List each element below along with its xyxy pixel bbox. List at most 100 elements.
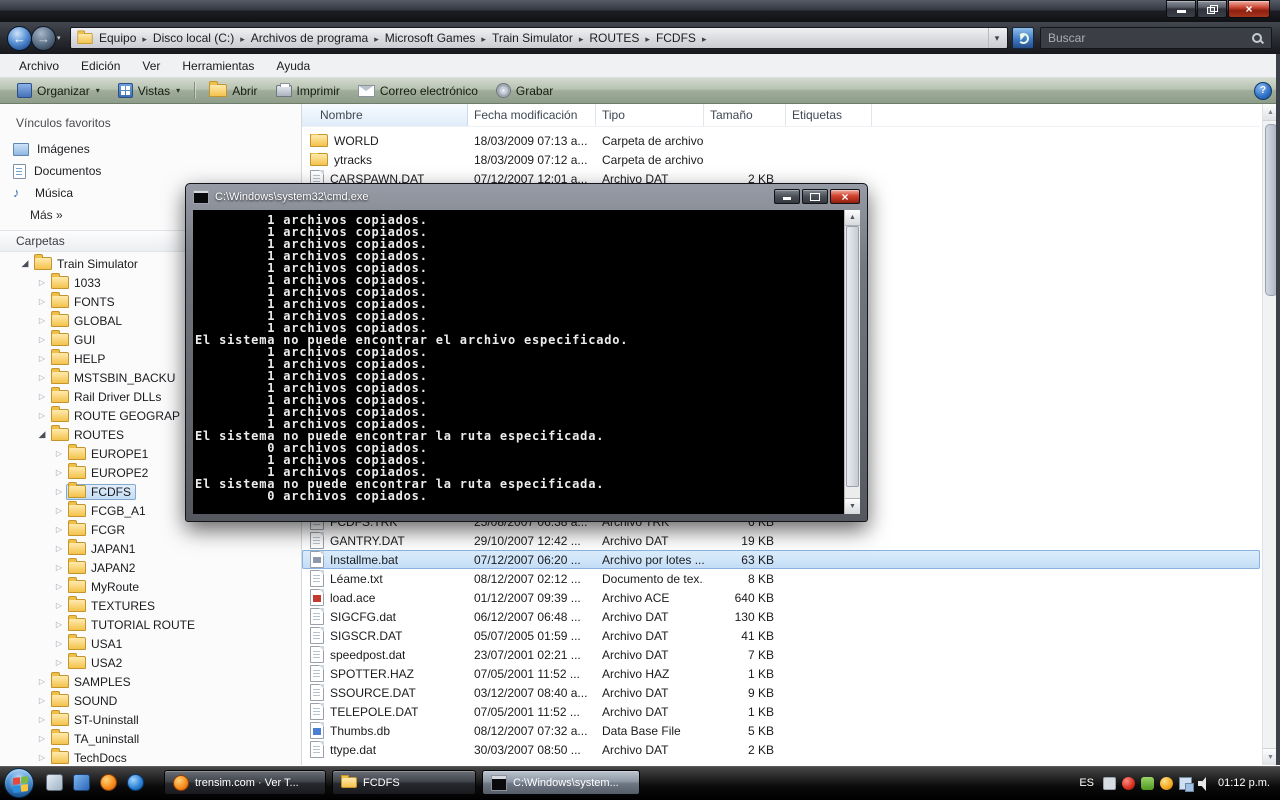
tree-item-techdocs[interactable]: ▷TechDocs [0, 748, 301, 765]
tree-item-fcgr[interactable]: ▷FCGR [0, 520, 301, 539]
tree-item-japan1[interactable]: ▷JAPAN1 [0, 539, 301, 558]
file-row-ttype-dat[interactable]: ttype.dat30/03/2007 08:50 ...Archivo DAT… [302, 740, 1260, 759]
chevron-collapsed-icon[interactable]: ▷ [52, 544, 66, 553]
breadcrumb-segment-microsoft-games[interactable]: Microsoft Games [380, 31, 481, 45]
breadcrumb-arrow-icon[interactable]: ▸ [373, 34, 380, 44]
breadcrumb-arrow-icon[interactable]: ▸ [701, 34, 708, 44]
help-icon[interactable]: ? [1254, 82, 1272, 100]
minimize-button[interactable] [1166, 0, 1196, 18]
column-header-nombre[interactable]: Nombre [302, 104, 468, 126]
chevron-collapsed-icon[interactable]: ▷ [35, 278, 49, 287]
breadcrumb-arrow-icon[interactable]: ▸ [644, 34, 651, 44]
breadcrumb-arrow-icon[interactable]: ▸ [480, 34, 487, 44]
chevron-collapsed-icon[interactable]: ▷ [52, 582, 66, 591]
file-row-thumbs-db[interactable]: Thumbs.db08/12/2007 07:32 a...Data Base … [302, 721, 1260, 740]
menu-herramientas[interactable]: Herramientas [171, 56, 265, 76]
volume-icon[interactable] [1198, 777, 1211, 790]
console[interactable]: 1 archivos copiados. 1 archivos copiados… [193, 210, 860, 514]
file-row-l-ame-txt[interactable]: Léame.txt08/12/2007 02:12 ...Documento d… [302, 569, 1260, 588]
chevron-collapsed-icon[interactable]: ▷ [35, 734, 49, 743]
breadcrumb-dropdown-icon[interactable]: ▾ [988, 28, 1005, 48]
chevron-collapsed-icon[interactable]: ▷ [52, 658, 66, 667]
file-row-telepole-dat[interactable]: TELEPOLE.DAT07/05/2001 11:52 ...Archivo … [302, 702, 1260, 721]
sidebar-item-im-genes[interactable]: Imágenes [0, 138, 301, 160]
toolbar-vistas[interactable]: Vistas▾ [109, 80, 189, 101]
menu-edici-n[interactable]: Edición [70, 56, 131, 76]
file-row-sigcfg-dat[interactable]: SIGCFG.dat06/12/2007 06:48 ...Archivo DA… [302, 607, 1260, 626]
tree-item-usa2[interactable]: ▷USA2 [0, 653, 301, 672]
chevron-collapsed-icon[interactable]: ▷ [35, 715, 49, 724]
toolbar-abrir[interactable]: Abrir [200, 81, 266, 101]
taskbar-button-trensim-com-ver-t[interactable]: trensim.com · Ver T... [164, 770, 326, 795]
file-row-ssource-dat[interactable]: SSOURCE.DAT03/12/2007 08:40 a...Archivo … [302, 683, 1260, 702]
console-scrollbar[interactable]: ▲ ▼ [844, 210, 860, 514]
column-header-tipo[interactable]: Tipo [596, 104, 704, 126]
breadcrumb-segment-equipo[interactable]: Equipo [94, 31, 141, 45]
toolbar-imprimir[interactable]: Imprimir [267, 81, 349, 101]
close-button[interactable]: × [1228, 0, 1270, 18]
tree-item-textures[interactable]: ▷TEXTURES [0, 596, 301, 615]
firefox-icon[interactable] [100, 774, 117, 791]
taskbar-button-fcdfs[interactable]: FCDFS [332, 770, 476, 795]
breadcrumb-arrow-icon[interactable]: ▸ [239, 34, 246, 44]
menu-ayuda[interactable]: Ayuda [265, 56, 321, 76]
toolbar-organizar[interactable]: Organizar▾ [8, 80, 109, 101]
breadcrumb-segment-routes[interactable]: ROUTES [584, 31, 644, 45]
file-row-gantry-dat[interactable]: GANTRY.DAT29/10/2007 12:42 ...Archivo DA… [302, 531, 1260, 550]
toolbar-correo-electr-nico[interactable]: Correo electrónico [349, 81, 487, 101]
chevron-collapsed-icon[interactable]: ▷ [52, 525, 66, 534]
network-activity-icon[interactable] [1141, 777, 1154, 790]
breadcrumb[interactable]: Equipo▸Disco local (C:)▸Archivos de prog… [70, 27, 1008, 49]
chevron-collapsed-icon[interactable]: ▷ [35, 411, 49, 420]
tree-item-usa1[interactable]: ▷USA1 [0, 634, 301, 653]
refresh-button[interactable] [1012, 27, 1034, 49]
chevron-collapsed-icon[interactable]: ▷ [35, 696, 49, 705]
explorer-titlebar[interactable]: × [0, 0, 1280, 22]
file-row-installme-bat[interactable]: Installme.bat07/12/2007 06:20 ...Archivo… [302, 550, 1260, 569]
tree-item-st-uninstall[interactable]: ▷ST-Uninstall [0, 710, 301, 729]
search-input[interactable] [1041, 31, 1251, 45]
chevron-collapsed-icon[interactable]: ▷ [52, 487, 66, 496]
tree-item-tutorial-route[interactable]: ▷TUTORIAL ROUTE [0, 615, 301, 634]
sidebar-item-documentos[interactable]: Documentos [0, 160, 301, 182]
clock[interactable]: 01:12 p.m. [1218, 777, 1274, 789]
menu-ver[interactable]: Ver [131, 56, 171, 76]
cmd-window[interactable]: C:\Windows\system32\cmd.exe × 1 archivos… [185, 183, 868, 522]
chevron-collapsed-icon[interactable]: ▷ [35, 354, 49, 363]
network-icon[interactable] [1179, 777, 1192, 790]
chevron-collapsed-icon[interactable]: ▷ [52, 563, 66, 572]
file-row-speedpost-dat[interactable]: speedpost.dat23/07/2001 02:21 ...Archivo… [302, 645, 1260, 664]
show-desktop-icon[interactable] [46, 774, 63, 791]
cmd-maximize-button[interactable] [802, 189, 828, 204]
tree-item-myroute[interactable]: ▷MyRoute [0, 577, 301, 596]
language-indicator[interactable]: ES [1077, 777, 1096, 789]
column-header-tamano[interactable]: Tamaño [704, 104, 786, 126]
file-row-ytracks[interactable]: ytracks18/03/2009 07:12 a...Carpeta de a… [302, 150, 1260, 169]
scroll-down-icon[interactable]: ▼ [845, 498, 860, 514]
breadcrumb-segment-fcdfs[interactable]: FCDFS [651, 31, 701, 45]
chevron-collapsed-icon[interactable]: ▷ [52, 506, 66, 515]
chevron-collapsed-icon[interactable]: ▷ [52, 449, 66, 458]
taskbar-button-c-windows-system[interactable]: C:\Windows\system... [482, 770, 640, 795]
chevron-expanded-icon[interactable]: ◢ [35, 429, 49, 440]
update-icon[interactable] [1160, 777, 1173, 790]
tree-item-samples[interactable]: ▷SAMPLES [0, 672, 301, 691]
tree-item-japan2[interactable]: ▷JAPAN2 [0, 558, 301, 577]
keyboard-icon[interactable] [1103, 777, 1116, 790]
restore-button[interactable] [1197, 0, 1227, 18]
breadcrumb-segment-train-simulator[interactable]: Train Simulator [487, 31, 578, 45]
chevron-collapsed-icon[interactable]: ▷ [35, 335, 49, 344]
toolbar-grabar[interactable]: Grabar [487, 80, 562, 101]
search-icon[interactable] [1251, 32, 1264, 45]
chevron-expanded-icon[interactable]: ◢ [18, 258, 32, 269]
tree-item-ta-uninstall[interactable]: ▷TA_uninstall [0, 729, 301, 748]
media-player-icon[interactable] [127, 774, 144, 791]
switch-windows-icon[interactable] [73, 774, 90, 791]
column-header-fecha[interactable]: Fecha modificación [468, 104, 596, 126]
column-header-etiquetas[interactable]: Etiquetas [786, 104, 872, 126]
recent-pages-dropdown-icon[interactable]: ▾ [57, 34, 61, 42]
chevron-collapsed-icon[interactable]: ▷ [52, 620, 66, 629]
scroll-up-icon[interactable]: ▲ [845, 210, 860, 226]
security-icon[interactable] [1122, 777, 1135, 790]
chevron-collapsed-icon[interactable]: ▷ [35, 373, 49, 382]
